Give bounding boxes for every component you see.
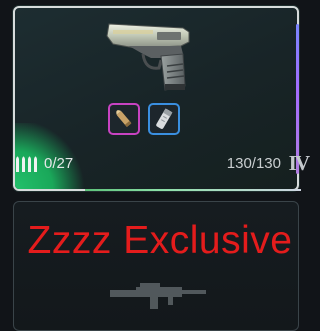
rank-badge: IV — [288, 151, 310, 175]
ammo-icon — [16, 156, 37, 172]
exclusive-label: Zzzz Exclusive — [27, 219, 293, 262]
durability-value: 130/130 — [226, 155, 281, 172]
attachment-slot-2[interactable] — [148, 103, 180, 135]
grip-icon — [156, 108, 173, 129]
pistol-icon — [106, 23, 190, 91]
rifle-icon — [110, 283, 206, 309]
bullet-icon — [116, 110, 132, 128]
attachment-slot-1[interactable] — [108, 103, 140, 135]
rarity-border-accent-bottom — [85, 189, 301, 191]
ammo-count: 0/27 — [44, 155, 74, 172]
